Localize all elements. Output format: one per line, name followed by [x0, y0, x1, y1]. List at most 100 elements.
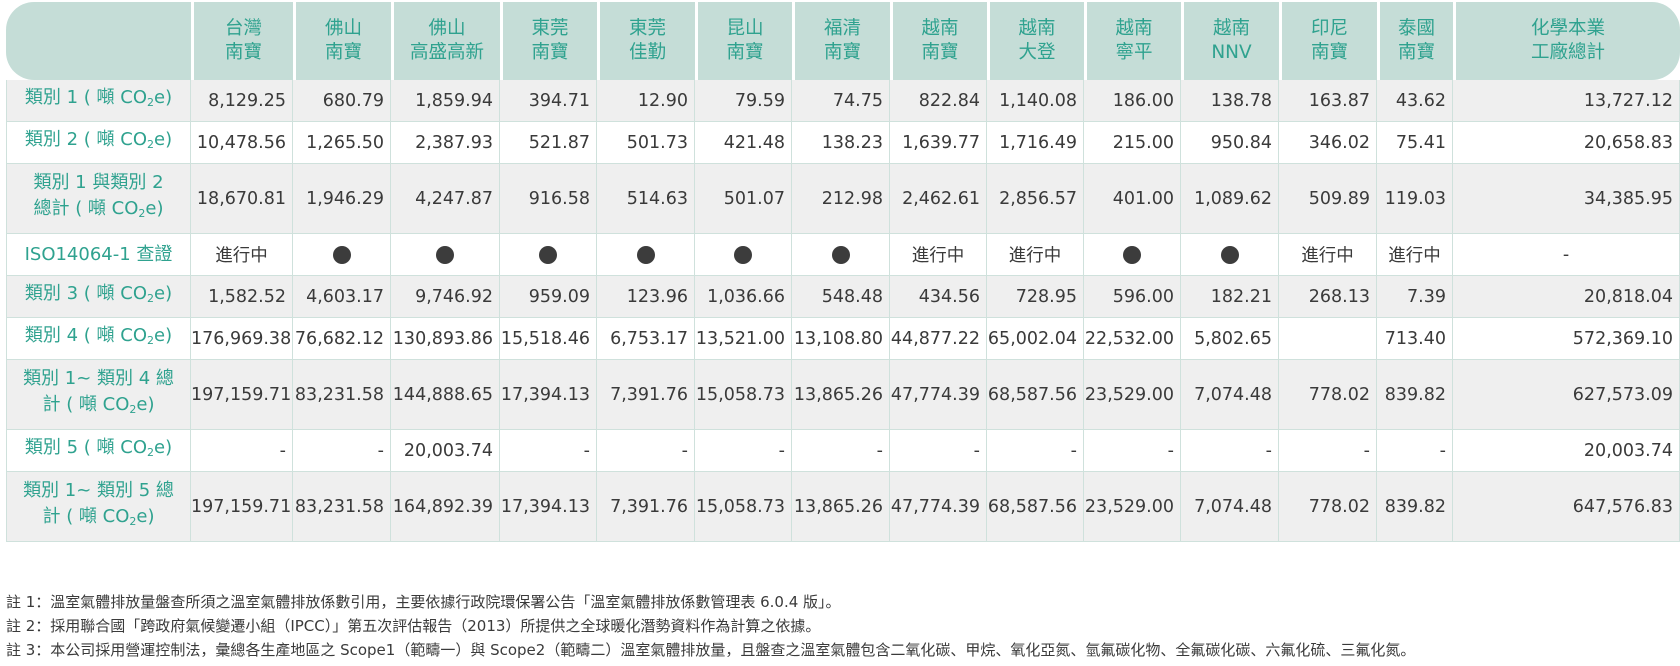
table-cell: 839.82 — [1377, 360, 1453, 430]
cell-value: - — [279, 440, 286, 461]
cell-value: 421.48 — [723, 132, 785, 153]
footnotes: 註 1：溫室氣體排放量盤查所須之溫室氣體排放係數引用，主要依據行政院環保署公告「… — [6, 590, 1676, 662]
column-header: 台灣 南寶 — [191, 2, 293, 80]
column-header: 佛山 高盛高新 — [391, 2, 500, 80]
row-label: 類別 5 ( 噸 CO2e) — [6, 430, 191, 472]
table-row: 類別 3 ( 噸 CO2e) 1,582.52 4,603.17 9,746.92 95… — [6, 276, 1680, 318]
table-cell: 1,140.08 — [987, 80, 1084, 122]
table-cell: 15,058.73 — [695, 472, 792, 542]
cell-value: 778.02 — [1308, 496, 1370, 517]
cell-value: 83,231.58 — [294, 496, 384, 517]
row-label: 類別 1~ 類別 5 總計 ( 噸 CO2e) — [6, 472, 191, 542]
table-cell: 18,670.81 — [191, 164, 293, 234]
cell-value: 43.62 — [1395, 90, 1446, 111]
cell-value: 13,727.12 — [1583, 90, 1673, 111]
table-cell: 123.96 — [597, 276, 695, 318]
cell-value: 進行中 — [1388, 246, 1441, 266]
cell-value: 346.02 — [1308, 132, 1370, 153]
row-label-text-line2: 計 ( 噸 CO — [42, 394, 130, 415]
table-cell: 4,247.87 — [391, 164, 500, 234]
row-label-text: 類別 1~ 類別 5 總 — [23, 480, 174, 501]
column-header-line2: 南寶 — [531, 42, 569, 63]
cell-value: 197,159.71 — [191, 384, 292, 405]
table-cell: 12.90 — [597, 80, 695, 122]
table-cell: 627,573.09 — [1453, 360, 1680, 430]
column-header: 印尼 南寶 — [1279, 2, 1377, 80]
table-cell: 7,074.48 — [1181, 472, 1279, 542]
cell-value: 627,573.09 — [1572, 384, 1673, 405]
cell-value: 10,478.56 — [196, 132, 286, 153]
verified-dot-icon — [332, 245, 351, 264]
row-label-text: 類別 1~ 類別 4 總 — [23, 368, 174, 389]
table-cell: 23,529.00 — [1084, 360, 1181, 430]
column-header: 越南 NNV — [1181, 2, 1279, 80]
cell-value: - — [377, 440, 384, 461]
table-cell: 44,877.22 — [890, 318, 987, 360]
cell-value: - — [681, 440, 688, 461]
column-header-line2: 工廠總計 — [1530, 42, 1605, 63]
table-cell — [597, 234, 695, 276]
cell-value: 1,582.52 — [208, 286, 286, 307]
column-header: 越南 大登 — [987, 2, 1084, 80]
table-cell: 959.09 — [500, 276, 597, 318]
cell-value: 13,521.00 — [695, 328, 785, 349]
table-cell: - — [1279, 430, 1377, 472]
column-header: 化學本業 工廠總計 — [1453, 2, 1680, 80]
cell-value: 138.78 — [1210, 90, 1272, 111]
table-cell: 43.62 — [1377, 80, 1453, 122]
unit-suffix: e) — [145, 198, 164, 219]
table-cell: 13,865.26 — [792, 360, 890, 430]
table-cell: 119.03 — [1377, 164, 1453, 234]
cell-value: - — [1562, 244, 1570, 265]
cell-value: 1,265.50 — [306, 132, 384, 153]
cell-value: 572,369.10 — [1572, 328, 1673, 349]
cell-value: 7,391.76 — [610, 496, 688, 517]
table-row: 類別 1~ 類別 5 總計 ( 噸 CO2e) 197,159.71 83,231.… — [6, 472, 1680, 542]
cell-value: 1,639.77 — [902, 132, 980, 153]
footnote: 註 2：採用聯合國「跨政府氣候變遷小組（IPCC）」第五次評估報告（2013）所… — [6, 617, 821, 635]
cell-value: 34,385.95 — [1583, 188, 1673, 209]
table-cell: 47,774.39 — [890, 360, 987, 430]
table-cell: 34,385.95 — [1453, 164, 1680, 234]
column-header-line1: 越南 — [1212, 18, 1250, 39]
cell-value: 822.84 — [918, 90, 980, 111]
unit-suffix: e) — [154, 283, 173, 304]
cell-value: 959.09 — [528, 286, 590, 307]
cell-value: 進行中 — [215, 246, 268, 266]
cell-value: 434.56 — [918, 286, 980, 307]
table-cell: 521.87 — [500, 122, 597, 164]
table-cell: 176,969.38 — [191, 318, 293, 360]
co2-subscript: 2 — [147, 138, 154, 151]
cell-value: 647,576.83 — [1572, 496, 1673, 517]
column-header-line1: 越南 — [921, 18, 959, 39]
column-header-line1: 昆山 — [726, 18, 764, 39]
table-cell: 572,369.10 — [1453, 318, 1680, 360]
column-header-line1: 東莞 — [628, 18, 666, 39]
table-cell: - — [1377, 430, 1453, 472]
cell-value: 1,946.29 — [306, 188, 384, 209]
table-cell: 17,394.13 — [500, 360, 597, 430]
cell-value: 521.87 — [528, 132, 590, 153]
cell-value: 75.41 — [1395, 132, 1446, 153]
column-header-line2: 南寶 — [324, 42, 362, 63]
table-cell: 47,774.39 — [890, 472, 987, 542]
table-cell: 2,387.93 — [391, 122, 500, 164]
table-cell: 501.07 — [695, 164, 792, 234]
table-cell: 421.48 — [695, 122, 792, 164]
verified-dot-icon — [436, 245, 454, 264]
table-cell — [1084, 234, 1181, 276]
table-cell: - — [191, 430, 293, 472]
cell-value: 7,391.76 — [610, 384, 688, 405]
unit-suffix: e) — [136, 394, 155, 415]
table-cell: 212.98 — [792, 164, 890, 234]
cell-value: 47,774.39 — [890, 384, 980, 405]
cell-value: - — [1265, 440, 1272, 461]
table-cell: 138.78 — [1181, 80, 1279, 122]
table-cell: 進行中 — [1377, 234, 1453, 276]
column-header-line1: 福清 — [823, 18, 861, 39]
table-cell: - — [597, 430, 695, 472]
cell-value: 進行中 — [911, 246, 965, 266]
cell-value: - — [876, 440, 883, 461]
column-header-line2: NNV — [1211, 42, 1252, 63]
column-header-line2: 寧平 — [1115, 42, 1153, 63]
